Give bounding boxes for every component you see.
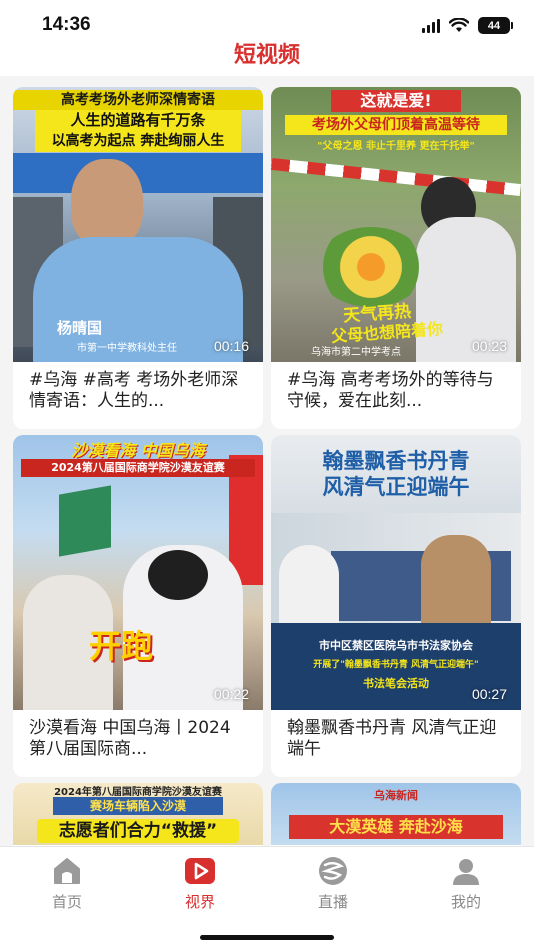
- battery-level: 44: [487, 19, 501, 32]
- tab-label: 我的: [450, 893, 481, 911]
- video-duration: 00:23: [471, 338, 507, 354]
- overlay-location: 乌海市第二中学考点: [311, 347, 401, 358]
- status-bar: 14:36 44: [0, 0, 534, 48]
- banner-line: "父母之恩 非止千里养 更在千托举": [317, 141, 475, 152]
- banner-line: 沙漠看海 中国乌海: [71, 441, 205, 460]
- banner-line: 志愿者们合力“救援”: [37, 819, 239, 843]
- video-caption[interactable]: #乌海 #高考 考场外老师深情寄语：人生的...: [13, 362, 263, 428]
- tab-home[interactable]: 首页: [22, 853, 112, 913]
- banner-line: 风清气正迎端午: [322, 475, 470, 499]
- overlay-role: 市第一中学教科处主任: [77, 343, 177, 354]
- video-caption[interactable]: 翰墨飘香书丹青 风清气正迎端午: [271, 710, 521, 776]
- video-card[interactable]: 2024年第八届国际商学院沙漠友谊赛 赛场车辆陷入沙漠 志愿者们合力“救援”: [13, 783, 263, 846]
- home-icon: [54, 858, 80, 884]
- banner-line: 大漠英雄 奔赴沙海: [289, 815, 503, 839]
- video-card[interactable]: 沙漠看海 中国乌海 2024第八届国际商学院沙漠友谊赛 开跑 00:22 沙漠看…: [13, 435, 263, 777]
- home-indicator: [200, 935, 334, 940]
- video-thumbnail[interactable]: 翰墨飘香书丹青 风清气正迎端午 市中区禁区医院乌市书法家协会 开展了"翰墨飘香书…: [271, 435, 521, 710]
- battery-icon: 44: [478, 17, 513, 34]
- banner-line: 高考考场外老师深情寄语: [13, 90, 263, 110]
- wifi-icon: [449, 18, 469, 32]
- video-thumbnail[interactable]: 乌海新闻 大漠英雄 奔赴沙海: [271, 783, 521, 845]
- video-thumbnail[interactable]: 这就是爱! 考场外父母们顶着高温等待 "父母之恩 非止千里养 更在千托举" 天气…: [271, 87, 521, 362]
- banner-line: 乌海新闻: [374, 789, 418, 802]
- cellular-signal-icon: [422, 18, 440, 33]
- video-caption[interactable]: 沙漠看海 中国乌海丨2024 第八届国际商...: [13, 710, 263, 776]
- tab-shijie[interactable]: 视界: [155, 853, 245, 913]
- banner-line: 开展了"翰墨飘香书丹青 风清气正迎端午": [313, 660, 479, 670]
- video-thumbnail[interactable]: 2024年第八届国际商学院沙漠友谊赛 赛场车辆陷入沙漠 志愿者们合力“救援”: [13, 783, 263, 845]
- banner-line: 市中区禁区医院乌市书法家协会: [319, 639, 473, 652]
- banner-line: 这就是爱!: [331, 90, 461, 112]
- status-time: 14:36: [42, 14, 91, 35]
- video-card[interactable]: 翰墨飘香书丹青 风清气正迎端午 市中区禁区医院乌市书法家协会 开展了"翰墨飘香书…: [271, 435, 521, 777]
- video-caption[interactable]: #乌海 高考考场外的等待与守候，爱在此刻...: [271, 362, 521, 428]
- status-icons: 44: [422, 17, 513, 34]
- play-icon: [185, 858, 215, 884]
- banner-line: 2024第八届国际商学院沙漠友谊赛: [21, 459, 255, 477]
- video-thumbnail[interactable]: 沙漠看海 中国乌海 2024第八届国际商学院沙漠友谊赛 开跑 00:22: [13, 435, 263, 710]
- banner-line: 以高考为起点 奔赴绚丽人生: [35, 131, 241, 152]
- tab-live[interactable]: 直播: [288, 853, 378, 913]
- banner-line: 2024年第八届国际商学院沙漠友谊赛: [54, 787, 222, 798]
- banner-line: 赛场车辆陷入沙漠: [53, 797, 223, 815]
- banner-line: 考场外父母们顶着高温等待: [285, 115, 507, 135]
- video-card[interactable]: 高考考场外老师深情寄语 人生的道路有千万条 以高考为起点 奔赴绚丽人生 杨晴国 …: [13, 87, 263, 429]
- overlay-headline: 开跑: [89, 627, 154, 665]
- video-duration: 00:16: [213, 338, 249, 354]
- page-header: 短视频: [0, 43, 534, 76]
- video-duration: 00:27: [471, 686, 507, 702]
- video-duration: 00:22: [213, 686, 249, 702]
- video-card[interactable]: 这就是爱! 考场外父母们顶着高温等待 "父母之恩 非止千里养 更在千托举" 天气…: [271, 87, 521, 429]
- overlay-name: 杨晴国: [57, 319, 103, 337]
- video-thumbnail[interactable]: 高考考场外老师深情寄语 人生的道路有千万条 以高考为起点 奔赴绚丽人生 杨晴国 …: [13, 87, 263, 362]
- banner-line: 人生的道路有千万条: [35, 110, 241, 131]
- video-feed[interactable]: 高考考场外老师深情寄语 人生的道路有千万条 以高考为起点 奔赴绚丽人生 杨晴国 …: [0, 76, 534, 846]
- page-title: 短视频: [233, 43, 300, 68]
- tab-label: 视界: [184, 893, 215, 911]
- tab-label: 首页: [51, 893, 82, 911]
- tab-mine[interactable]: 我的: [421, 853, 511, 913]
- live-icon: [319, 857, 347, 885]
- user-icon: [453, 859, 479, 885]
- tab-label: 直播: [317, 893, 348, 911]
- video-card[interactable]: 乌海新闻 大漠英雄 奔赴沙海: [271, 783, 521, 846]
